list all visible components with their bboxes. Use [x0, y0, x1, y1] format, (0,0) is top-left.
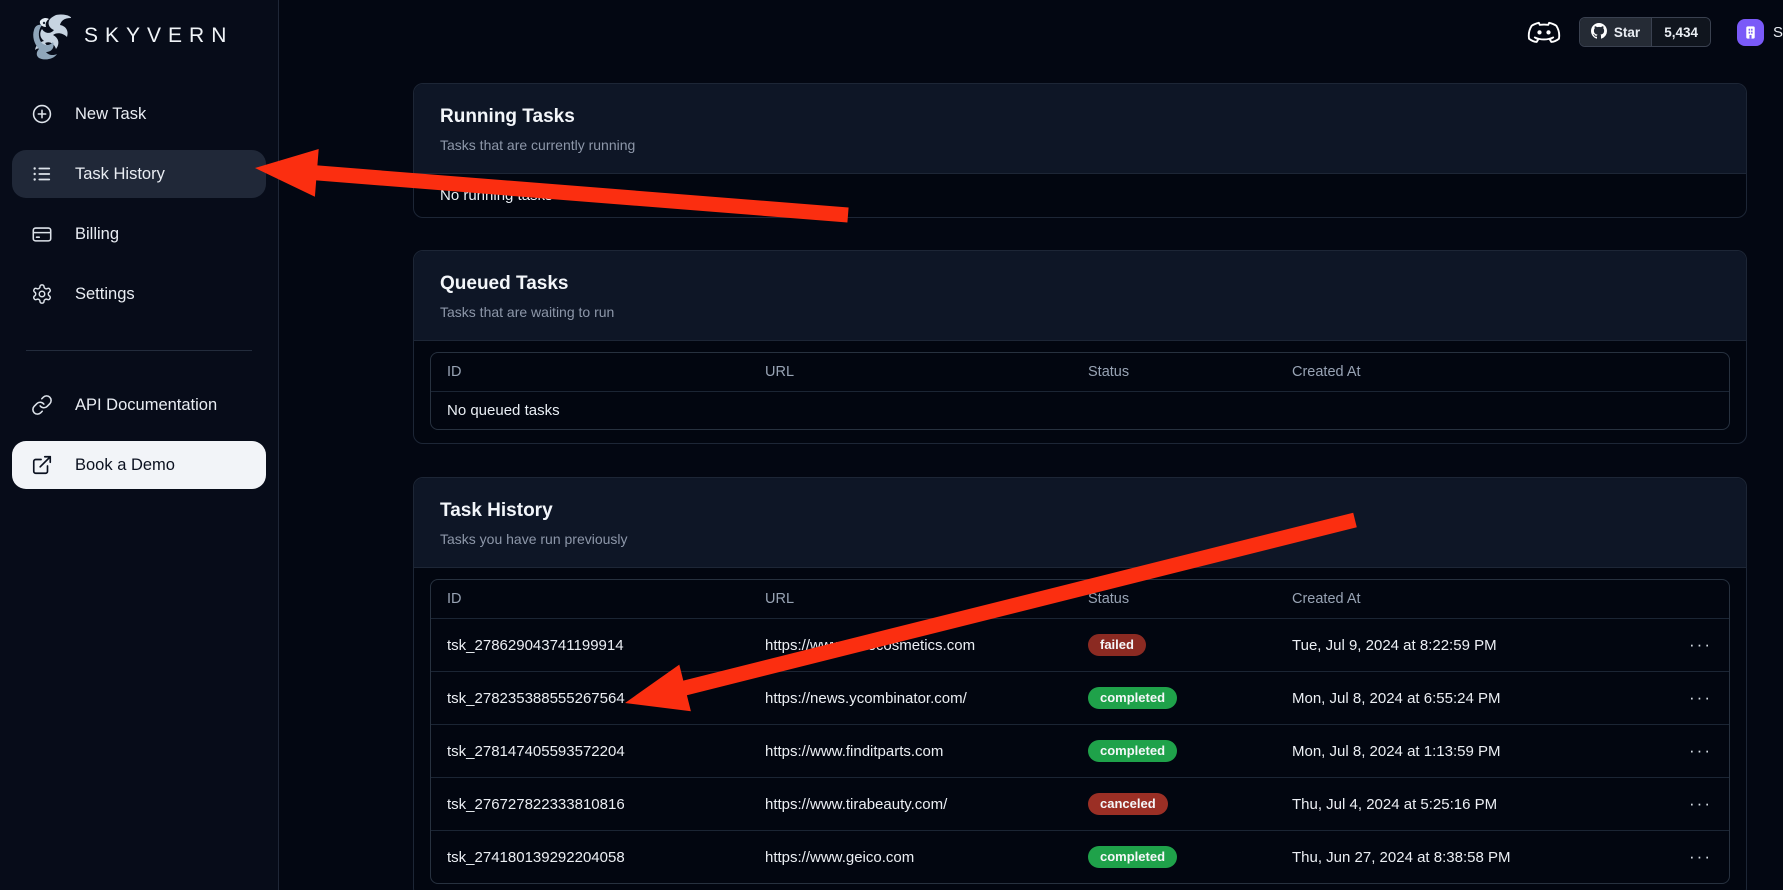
column-header-status: Status: [1072, 591, 1276, 607]
github-star-label: Star: [1614, 25, 1640, 40]
page-content: Running Tasks Tasks that are currently r…: [279, 64, 1783, 890]
sidebar: SKYVERN New Task Task History Billing Se…: [0, 0, 279, 890]
sidebar-item-task-history[interactable]: Task History: [12, 150, 266, 198]
created-at-cell: Mon, Jul 8, 2024 at 6:55:24 PM: [1276, 690, 1666, 707]
status-badge: completed: [1088, 740, 1177, 762]
queued-tasks-table: ID URL Status Created At No queued tasks: [430, 352, 1730, 430]
skyvern-dragon-icon: [26, 11, 74, 61]
running-tasks-header: Running Tasks Tasks that are currently r…: [414, 84, 1746, 174]
list-icon: [30, 163, 53, 186]
card-title: Queued Tasks: [440, 273, 1720, 295]
organization-building-icon: [1743, 25, 1758, 40]
card-title: Task History: [440, 500, 1720, 522]
sidebar-item-label: New Task: [75, 105, 146, 124]
ellipsis-icon: ···: [1689, 635, 1712, 654]
ellipsis-icon: ···: [1689, 688, 1712, 707]
status-badge: failed: [1088, 634, 1146, 656]
created-at-cell: Mon, Jul 8, 2024 at 1:13:59 PM: [1276, 743, 1666, 760]
status-badge: canceled: [1088, 793, 1168, 815]
queued-tasks-card: Queued Tasks Tasks that are waiting to r…: [413, 250, 1747, 444]
book-a-demo-button[interactable]: Book a Demo: [12, 441, 266, 489]
column-header-url: URL: [749, 591, 1072, 607]
table-row[interactable]: tsk_278235388555267564 https://news.ycom…: [431, 671, 1729, 724]
queued-tasks-header: Queued Tasks Tasks that are waiting to r…: [414, 251, 1746, 341]
task-url-cell: https://www.finditparts.com: [749, 743, 1072, 760]
card-subtitle: Tasks that are currently running: [440, 137, 1720, 153]
status-badge: completed: [1088, 687, 1177, 709]
queued-tasks-empty-text: No queued tasks: [431, 402, 1729, 419]
row-actions-button[interactable]: ···: [1666, 794, 1729, 814]
column-header-created-at: Created At: [1276, 364, 1666, 380]
task-history-rows: tsk_278629043741199914 https://www.tarte…: [431, 618, 1729, 883]
user-avatar[interactable]: [1737, 19, 1764, 46]
sidebar-item-new-task[interactable]: New Task: [12, 90, 266, 138]
github-star-button[interactable]: Star 5,434: [1579, 17, 1711, 47]
sidebar-nav: New Task Task History Billing Settings: [0, 90, 278, 489]
card-title: Running Tasks: [440, 106, 1720, 128]
created-at-cell: Thu, Jul 4, 2024 at 5:25:16 PM: [1276, 796, 1666, 813]
sidebar-item-label: Task History: [75, 165, 165, 184]
github-star-count: 5,434: [1651, 18, 1710, 46]
gear-icon: [30, 283, 53, 306]
task-id-cell: tsk_278629043741199914: [431, 637, 749, 654]
sidebar-item-api-documentation[interactable]: API Documentation: [12, 381, 266, 429]
ellipsis-icon: ···: [1689, 794, 1712, 813]
status-badge: completed: [1088, 846, 1177, 868]
sidebar-item-label: Book a Demo: [75, 456, 175, 475]
task-id-cell: tsk_278147405593572204: [431, 743, 749, 760]
task-id-cell: tsk_276727822333810816: [431, 796, 749, 813]
sidebar-item-label: Billing: [75, 225, 119, 244]
sidebar-divider: [26, 350, 252, 351]
task-id-cell: tsk_274180139292204058: [431, 849, 749, 866]
column-header-id: ID: [431, 591, 749, 607]
credit-card-icon: [30, 223, 53, 246]
sidebar-item-label: API Documentation: [75, 396, 217, 415]
task-url-cell: https://www.tirabeauty.com/: [749, 796, 1072, 813]
task-url-cell: https://www.tartecosmetics.com: [749, 637, 1072, 654]
row-actions-button[interactable]: ···: [1666, 635, 1729, 655]
discord-icon[interactable]: [1527, 19, 1561, 46]
task-history-card: Task History Tasks you have run previous…: [413, 477, 1747, 890]
main-area: Star 5,434 S Running Tasks Tasks that ar…: [279, 0, 1783, 890]
column-header-status: Status: [1072, 364, 1276, 380]
created-at-cell: Tue, Jul 9, 2024 at 8:22:59 PM: [1276, 637, 1666, 654]
topbar: Star 5,434 S: [279, 0, 1783, 64]
sidebar-item-billing[interactable]: Billing: [12, 210, 266, 258]
row-actions-button[interactable]: ···: [1666, 847, 1729, 867]
github-icon: [1591, 23, 1607, 42]
running-tasks-empty-text: No running tasks: [414, 174, 1746, 217]
row-actions-button[interactable]: ···: [1666, 741, 1729, 761]
task-id-cell: tsk_278235388555267564: [431, 690, 749, 707]
brand-name: SKYVERN: [84, 24, 233, 48]
task-history-table: ID URL Status Created At tsk_27862904374…: [430, 579, 1730, 884]
table-row[interactable]: tsk_274180139292204058 https://www.geico…: [431, 830, 1729, 883]
task-history-header: Task History Tasks you have run previous…: [414, 478, 1746, 568]
card-subtitle: Tasks you have run previously: [440, 531, 1720, 547]
task-url-cell: https://news.ycombinator.com/: [749, 690, 1072, 707]
running-tasks-card: Running Tasks Tasks that are currently r…: [413, 83, 1747, 218]
ellipsis-icon: ···: [1689, 741, 1712, 760]
ellipsis-icon: ···: [1689, 847, 1712, 866]
column-header-url: URL: [749, 364, 1072, 380]
table-row[interactable]: tsk_278629043741199914 https://www.tarte…: [431, 618, 1729, 671]
column-header-id: ID: [431, 364, 749, 380]
card-subtitle: Tasks that are waiting to run: [440, 304, 1720, 320]
sidebar-item-label: Settings: [75, 285, 135, 304]
plus-circle-icon: [30, 103, 53, 126]
table-header-row: ID URL Status Created At: [431, 580, 1729, 618]
sidebar-item-settings[interactable]: Settings: [12, 270, 266, 318]
table-row[interactable]: tsk_276727822333810816 https://www.tirab…: [431, 777, 1729, 830]
table-header-row: ID URL Status Created At: [431, 353, 1729, 391]
column-header-created-at: Created At: [1276, 591, 1666, 607]
external-link-icon: [30, 454, 53, 477]
queued-tasks-empty-row: No queued tasks: [431, 391, 1729, 429]
row-actions-button[interactable]: ···: [1666, 688, 1729, 708]
task-url-cell: https://www.geico.com: [749, 849, 1072, 866]
created-at-cell: Thu, Jun 27, 2024 at 8:38:58 PM: [1276, 849, 1666, 866]
brand-logo[interactable]: SKYVERN: [0, 0, 278, 62]
link-icon: [30, 394, 53, 417]
table-row[interactable]: tsk_278147405593572204 https://www.findi…: [431, 724, 1729, 777]
user-name[interactable]: S: [1773, 24, 1783, 41]
